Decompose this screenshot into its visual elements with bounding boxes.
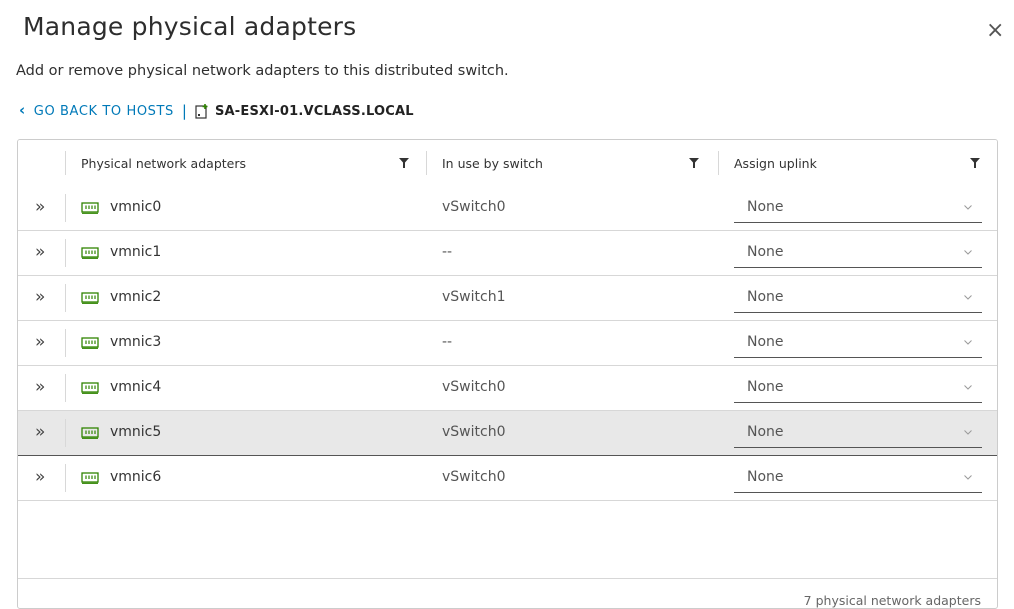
column-separator (65, 194, 66, 222)
expand-row-icon[interactable]: » (35, 332, 45, 352)
in-use-by-switch: vSwitch1 (442, 289, 506, 305)
chevron-down-icon (964, 385, 972, 390)
in-use-by-switch: vSwitch0 (442, 469, 506, 485)
chevron-down-icon (964, 205, 972, 210)
adapter-name: vmnic4 (110, 379, 162, 395)
chevron-down-icon (964, 250, 972, 255)
breadcrumb-separator: | (181, 102, 187, 120)
column-separator (65, 464, 66, 492)
network-adapter-icon (81, 202, 99, 214)
close-icon[interactable]: × (986, 20, 1004, 42)
datagrid-header: Physical network adapters In use by swit… (18, 140, 997, 187)
go-back-to-hosts-link[interactable]: ‹ GO BACK TO HOSTS (19, 101, 174, 119)
adapter-name: vmnic5 (110, 424, 162, 440)
assign-uplink-value: None (747, 289, 784, 305)
column-header-physical-adapters[interactable]: Physical network adapters (81, 140, 246, 186)
network-adapter-icon (81, 427, 99, 439)
chevron-down-icon (964, 340, 972, 345)
assign-uplink-select[interactable]: None (734, 193, 982, 223)
adapter-name: vmnic2 (110, 289, 162, 305)
network-adapter-icon (81, 382, 99, 394)
expand-row-icon[interactable]: » (35, 197, 45, 217)
column-header-assign-uplink[interactable]: Assign uplink (734, 140, 817, 186)
datagrid-footer: 7 physical network adapters (18, 578, 997, 608)
adapter-name: vmnic0 (110, 199, 162, 215)
chevron-down-icon (964, 295, 972, 300)
in-use-by-switch: -- (442, 244, 453, 260)
chevron-down-icon (964, 475, 972, 480)
network-adapter-icon (81, 472, 99, 484)
host-icon (195, 104, 208, 119)
assign-uplink-select[interactable]: None (734, 328, 982, 358)
column-separator (65, 151, 66, 175)
column-header-in-use-by-switch[interactable]: In use by switch (442, 140, 543, 186)
column-separator (426, 151, 427, 175)
in-use-by-switch: vSwitch0 (442, 424, 506, 440)
dialog-subtitle: Add or remove physical network adapters … (16, 63, 509, 79)
assign-uplink-value: None (747, 469, 784, 485)
network-adapter-icon (81, 337, 99, 349)
expand-row-icon[interactable]: » (35, 287, 45, 307)
table-row[interactable]: » vmnic1 -- None (18, 231, 997, 276)
dialog-title: Manage physical adapters (23, 12, 357, 41)
assign-uplink-select[interactable]: None (734, 373, 982, 403)
table-row[interactable]: » vmnic4 vSwitch0 None (18, 366, 997, 411)
filter-icon[interactable] (399, 158, 409, 168)
chevron-left-icon: ‹ (19, 101, 26, 119)
column-separator (65, 374, 66, 402)
assign-uplink-value: None (747, 379, 784, 395)
expand-row-icon[interactable]: » (35, 242, 45, 262)
column-separator (65, 239, 66, 267)
column-separator (65, 329, 66, 357)
chevron-down-icon (964, 430, 972, 435)
expand-row-icon[interactable]: » (35, 377, 45, 397)
go-back-label: GO BACK TO HOSTS (33, 103, 174, 119)
column-separator (65, 284, 66, 312)
adapter-name: vmnic1 (110, 244, 162, 260)
expand-row-icon[interactable]: » (35, 467, 45, 487)
column-separator (65, 419, 66, 447)
table-row[interactable]: » vmnic2 vSwitch1 None (18, 276, 997, 321)
in-use-by-switch: vSwitch0 (442, 379, 506, 395)
column-separator (718, 151, 719, 175)
breadcrumb: ‹ GO BACK TO HOSTS | SA-ESXI-01.VCLASS.L… (19, 101, 414, 121)
in-use-by-switch: -- (442, 334, 453, 350)
table-row[interactable]: » vmnic3 -- None (18, 321, 997, 366)
filter-icon[interactable] (689, 158, 699, 168)
adapter-name: vmnic6 (110, 469, 162, 485)
network-adapter-icon (81, 292, 99, 304)
assign-uplink-value: None (747, 199, 784, 215)
assign-uplink-select[interactable]: None (734, 283, 982, 313)
assign-uplink-value: None (747, 424, 784, 440)
expand-row-icon[interactable]: » (35, 422, 45, 442)
assign-uplink-select[interactable]: None (734, 418, 982, 448)
network-adapter-icon (81, 247, 99, 259)
table-row[interactable]: » vmnic0 vSwitch0 None (18, 186, 997, 231)
assign-uplink-select[interactable]: None (734, 238, 982, 268)
adapter-count: 7 physical network adapters (803, 593, 981, 608)
adapters-datagrid: Physical network adapters In use by swit… (17, 139, 998, 609)
table-row[interactable]: » vmnic6 vSwitch0 None (18, 456, 997, 501)
adapter-name: vmnic3 (110, 334, 162, 350)
assign-uplink-value: None (747, 244, 784, 260)
assign-uplink-value: None (747, 334, 784, 350)
assign-uplink-select[interactable]: None (734, 463, 982, 493)
in-use-by-switch: vSwitch0 (442, 199, 506, 215)
filter-icon[interactable] (970, 158, 980, 168)
table-row[interactable]: » vmnic5 vSwitch0 None (18, 411, 997, 456)
host-name: SA-ESXI-01.VCLASS.LOCAL (214, 103, 414, 119)
